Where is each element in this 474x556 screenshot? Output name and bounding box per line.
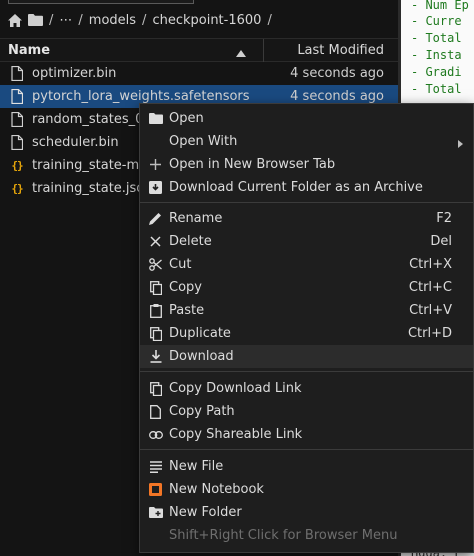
json-icon: {} <box>11 159 23 172</box>
link-icon <box>148 427 163 442</box>
menu-item-duplicate[interactable]: Duplicate Ctrl+D <box>140 322 473 345</box>
menu-item-copy-shareable-link[interactable]: Copy Shareable Link <box>140 423 473 446</box>
code-line: - Total <box>411 82 462 96</box>
scissors-icon <box>148 257 163 272</box>
breadcrumb-separator: / <box>49 12 54 28</box>
file-name: training_state.json <box>32 181 153 196</box>
context-menu: Open Open With Open in New Browser Tab D… <box>139 103 474 553</box>
menu-item-paste[interactable]: Paste Ctrl+V <box>140 299 473 322</box>
file-icon <box>10 112 24 127</box>
file-name: scheduler.bin <box>32 135 119 150</box>
menu-item-label: New Notebook <box>169 482 264 497</box>
file-name: pytorch_lora_weights.safetensors <box>32 89 250 104</box>
menu-item-copy[interactable]: Copy Ctrl+C <box>140 276 473 299</box>
filter-input[interactable] <box>8 0 194 4</box>
copy-icon <box>148 381 163 396</box>
menu-item-open-new-tab[interactable]: Open in New Browser Tab <box>140 153 473 176</box>
menu-item-rename[interactable]: Rename F2 <box>140 207 473 230</box>
code-line: - Num Ep <box>411 0 469 12</box>
file-icon <box>10 135 24 150</box>
breadcrumb-checkpoint[interactable]: checkpoint-1600 <box>152 13 261 28</box>
column-resize-handle[interactable] <box>263 39 264 62</box>
paste-icon <box>148 303 163 318</box>
menu-item-label: Cut <box>169 257 192 272</box>
menu-item-label: Download <box>169 349 234 364</box>
menu-separator <box>140 449 473 450</box>
menu-item-shortcut: Ctrl+V <box>409 303 452 318</box>
file-name: random_states_0.p <box>32 112 156 127</box>
plus-icon <box>148 157 163 172</box>
json-icon: {} <box>11 182 23 195</box>
file-name: optimizer.bin <box>32 66 117 81</box>
duplicate-icon <box>148 326 163 341</box>
menu-item-label: Rename <box>169 211 223 226</box>
close-icon <box>148 234 163 249</box>
menu-item-copy-download-link[interactable]: Copy Download Link <box>140 377 473 400</box>
menu-item-browser-menu-hint: Shift+Right Click for Browser Menu <box>140 524 473 547</box>
file-modified: 4 seconds ago <box>290 66 384 81</box>
menu-item-label: New Folder <box>169 505 242 520</box>
menu-item-open[interactable]: Open <box>140 107 473 130</box>
code-line: - Gradi <box>411 65 462 79</box>
download-archive-icon <box>148 180 163 195</box>
menu-item-label: Copy Path <box>169 404 235 419</box>
menu-item-new-file[interactable]: New File <box>140 455 473 478</box>
menu-item-label: Shift+Right Click for Browser Menu <box>169 528 398 543</box>
file-icon <box>148 404 163 419</box>
column-header-name[interactable]: Name <box>8 43 50 58</box>
menu-item-label: Download Current Folder as an Archive <box>169 180 423 195</box>
file-icon <box>10 66 24 81</box>
menu-item-delete[interactable]: Delete Del <box>140 230 473 253</box>
breadcrumb-models[interactable]: models <box>89 13 136 28</box>
menu-item-download-archive[interactable]: Download Current Folder as an Archive <box>140 176 473 199</box>
file-modified: 4 seconds ago <box>290 89 384 104</box>
code-line: - Insta <box>411 48 462 62</box>
menu-item-label: Open in New Browser Tab <box>169 157 336 172</box>
menu-item-shortcut: F2 <box>436 211 452 226</box>
code-line: - Total <box>411 31 462 45</box>
breadcrumb-separator: / <box>78 12 83 28</box>
menu-item-label: Open With <box>169 134 238 149</box>
breadcrumb-separator: / <box>267 12 272 28</box>
menu-item-shortcut: Ctrl+X <box>409 257 452 272</box>
file-row[interactable]: optimizer.bin 4 seconds ago <box>0 62 398 85</box>
menu-item-shortcut: Ctrl+C <box>408 280 452 295</box>
folder-icon[interactable] <box>28 14 43 26</box>
menu-item-cut[interactable]: Cut Ctrl+X <box>140 253 473 276</box>
home-icon[interactable] <box>8 13 22 27</box>
listing-header: Name Last Modified <box>0 38 398 62</box>
new-folder-icon <box>148 505 163 520</box>
pencil-icon <box>148 211 163 226</box>
folder-open-icon <box>148 111 163 126</box>
code-line: - Curre <box>411 14 462 28</box>
menu-item-label: Open <box>169 111 204 126</box>
menu-item-shortcut: Del <box>430 234 452 249</box>
breadcrumb: / ⋯ / models / checkpoint-1600 / <box>8 10 272 30</box>
menu-item-label: Copy <box>169 280 202 295</box>
menu-item-label: Duplicate <box>169 326 231 341</box>
menu-item-new-notebook[interactable]: New Notebook <box>140 478 473 501</box>
menu-item-shortcut: Ctrl+D <box>407 326 452 341</box>
menu-item-label: Copy Download Link <box>169 381 302 396</box>
menu-item-label: Delete <box>169 234 212 249</box>
menu-item-label: Paste <box>169 303 205 318</box>
sort-ascending-icon[interactable] <box>236 46 246 61</box>
menu-item-open-with[interactable]: Open With <box>140 130 473 153</box>
menu-item-label: Copy Shareable Link <box>169 427 303 442</box>
menu-item-download[interactable]: Download <box>140 345 473 368</box>
menu-separator <box>140 202 473 203</box>
copy-icon <box>148 280 163 295</box>
menu-item-new-folder[interactable]: New Folder <box>140 501 473 524</box>
breadcrumb-separator: / <box>142 12 147 28</box>
breadcrumb-ellipsis[interactable]: ⋯ <box>59 13 72 28</box>
download-icon <box>148 349 163 364</box>
file-icon <box>10 89 24 104</box>
text-file-icon <box>148 459 163 474</box>
notebook-icon <box>148 482 163 497</box>
menu-item-copy-path[interactable]: Copy Path <box>140 400 473 423</box>
chevron-right-icon <box>458 137 463 152</box>
menu-separator <box>140 371 473 372</box>
column-header-last-modified[interactable]: Last Modified <box>297 43 384 58</box>
menu-item-label: New File <box>169 459 224 474</box>
